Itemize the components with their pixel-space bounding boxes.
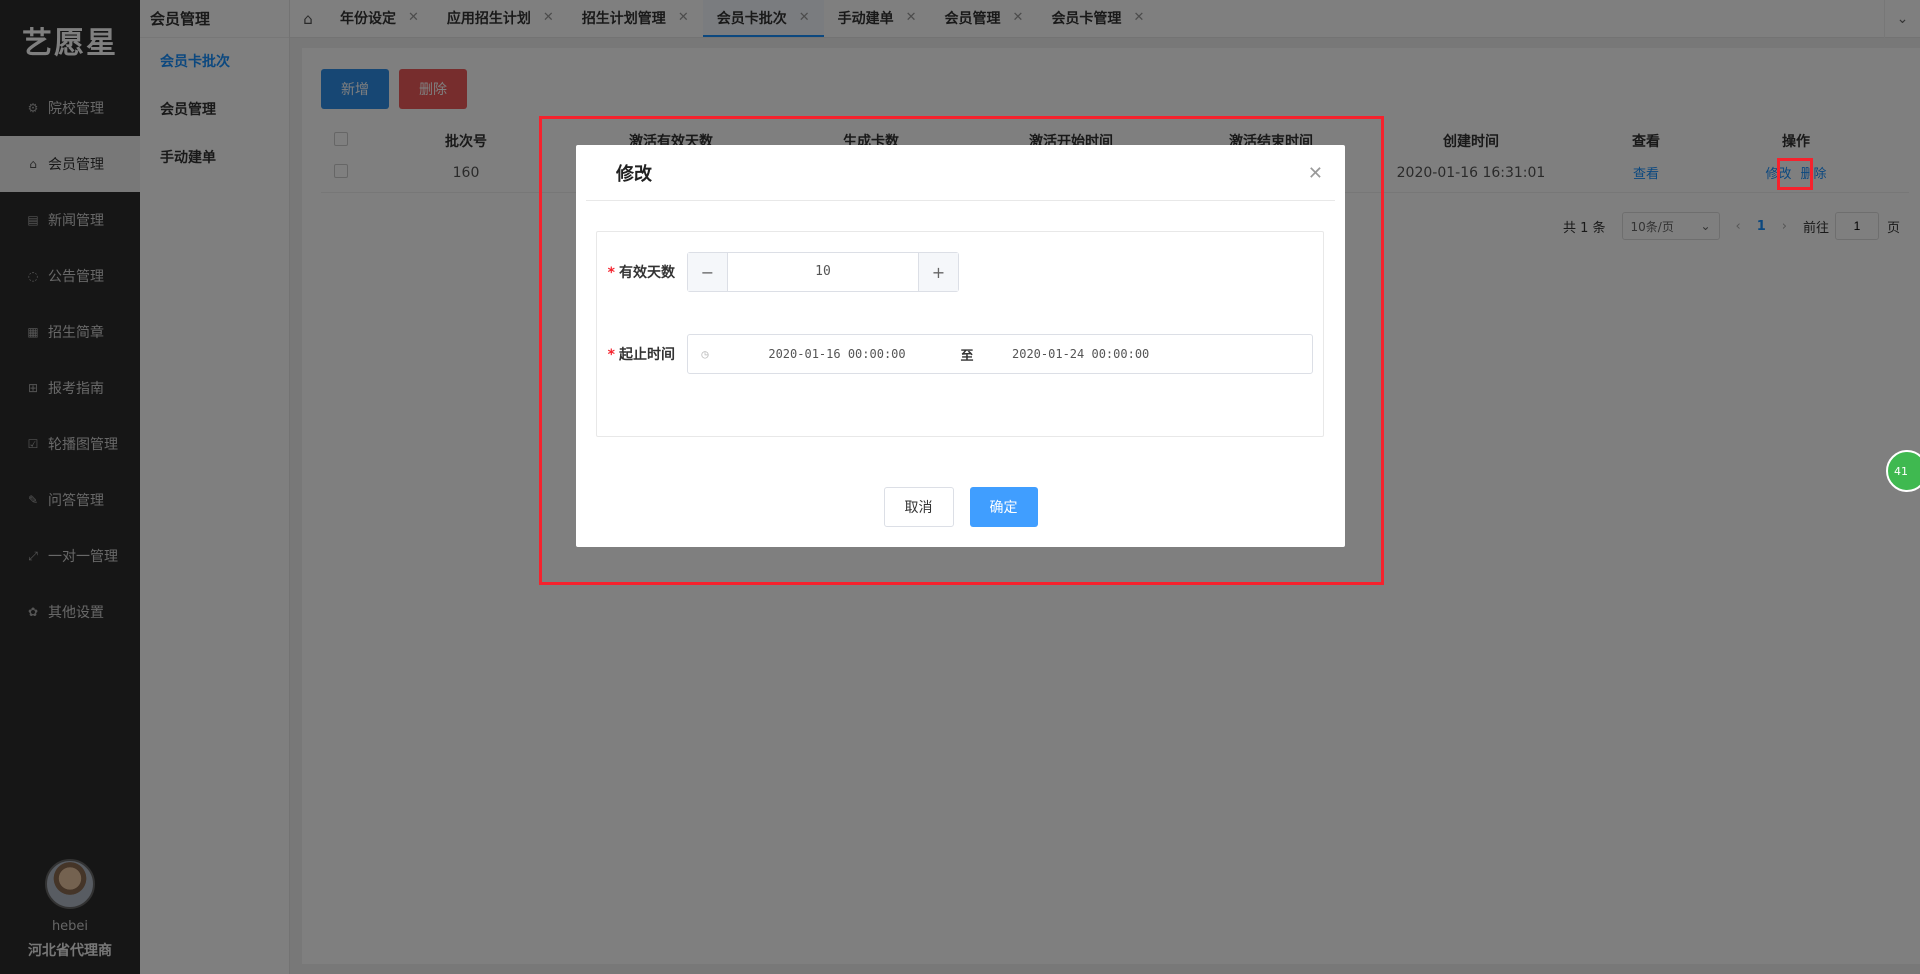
date-range-picker[interactable]: ◷ 2020-01-16 00:00:00 至 2020-01-24 00:00… (687, 334, 1313, 374)
floating-badge[interactable]: 41 (1886, 450, 1920, 492)
form-row-range: * 起止时间 ◷ 2020-01-16 00:00:00 至 2020-01-24… (597, 334, 1313, 374)
edit-form: * 有效天数 − 10 + * 起止时间 ◷ 2020-01-16 00:00:00… (596, 231, 1324, 437)
form-row-days: * 有效天数 − 10 + (597, 252, 959, 292)
range-label: * 起止时间 (597, 344, 687, 364)
edit-dialog: 修改 ✕ * 有效天数 − 10 + * 起止时间 ◷ 2020-01-16 00:… (576, 145, 1345, 547)
dialog-footer: 取消 确定 (576, 487, 1345, 527)
range-label-text: 起止时间 (619, 347, 675, 363)
minus-icon[interactable]: − (688, 253, 728, 291)
dialog-header: 修改 ✕ (586, 145, 1335, 201)
confirm-button[interactable]: 确定 (969, 487, 1038, 527)
days-stepper[interactable]: − 10 + (687, 252, 959, 292)
close-icon[interactable]: ✕ (1308, 163, 1323, 184)
plus-icon[interactable]: + (918, 253, 958, 291)
clock-icon: ◷ (701, 347, 709, 361)
required-mark: * (607, 347, 615, 363)
cancel-button[interactable]: 取消 (883, 487, 954, 527)
days-input[interactable]: 10 (728, 253, 918, 291)
days-label: * 有效天数 (597, 262, 687, 282)
days-label-text: 有效天数 (619, 265, 675, 281)
range-separator: 至 (960, 348, 974, 364)
dialog-title: 修改 (616, 163, 652, 185)
range-start-input[interactable]: 2020-01-16 00:00:00 (722, 347, 952, 361)
range-end-input[interactable]: 2020-01-24 00:00:00 (982, 347, 1312, 361)
edit-highlight-frame (1777, 158, 1813, 190)
required-mark: * (607, 265, 615, 281)
